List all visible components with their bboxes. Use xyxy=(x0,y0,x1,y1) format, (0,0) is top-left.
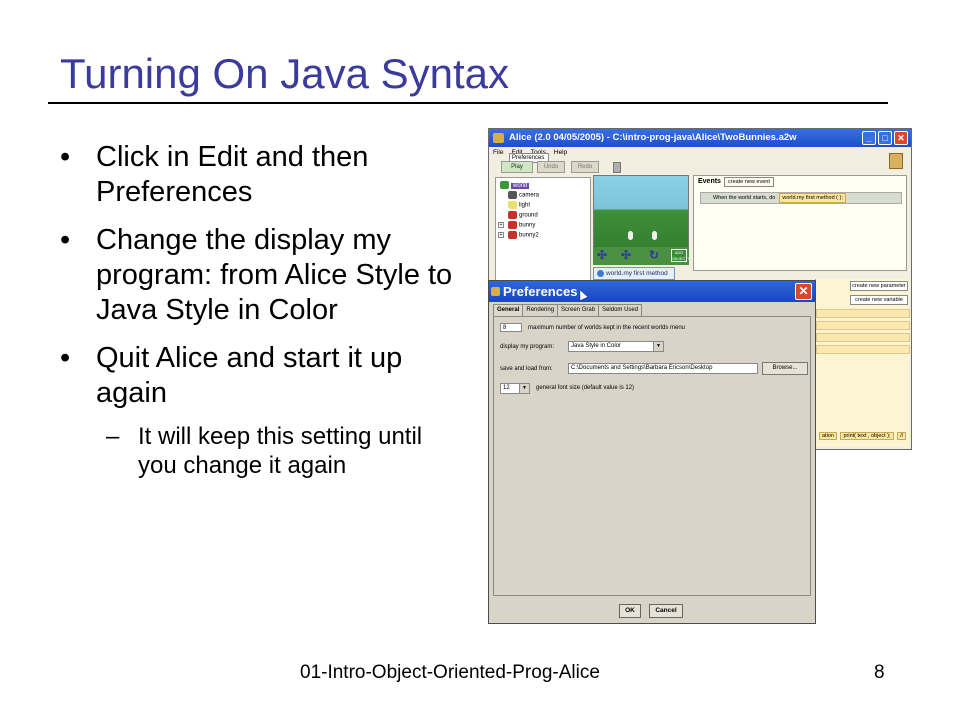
bullet-list: • Click in Edit and then Preferences • C… xyxy=(60,140,460,480)
code-line[interactable] xyxy=(816,333,910,342)
recent-worlds-input[interactable]: 8 xyxy=(500,323,522,332)
tree-item-light[interactable]: light xyxy=(508,201,530,210)
play-button[interactable]: Play xyxy=(501,161,533,173)
alice-menubar: File Edit Tools Help xyxy=(489,147,911,158)
maximize-icon[interactable]: □ xyxy=(878,131,892,145)
object-icon xyxy=(508,231,517,239)
object-icon xyxy=(508,221,517,229)
tab-screen-grab[interactable]: Screen Grab xyxy=(557,304,600,316)
redo-button[interactable]: Redo xyxy=(571,161,599,173)
preferences-tabs: General Rendering Screen Grab Seldom Use… xyxy=(493,304,643,317)
method-editor-panel: create new parameter create new variable xyxy=(815,279,910,447)
tree-item-bunny[interactable]: bunny xyxy=(508,221,535,230)
minimize-icon[interactable]: _ xyxy=(862,131,876,145)
preferences-dialog: Preferences ✕ General Rendering Screen G… xyxy=(488,280,816,624)
rotate-arrow-icon[interactable]: ✣ xyxy=(621,248,631,262)
tile-item[interactable]: print( text , object ); xyxy=(840,432,894,440)
tile-item[interactable]: // xyxy=(897,432,907,440)
tilt-arrow-icon[interactable]: ↻ xyxy=(649,248,659,262)
undo-button[interactable]: Undo xyxy=(537,161,565,173)
object-icon xyxy=(508,211,517,219)
globe-icon xyxy=(500,181,509,189)
add-objects-button[interactable]: ADD OBJECTS xyxy=(671,249,690,262)
create-new-parameter-button[interactable]: create new parameter xyxy=(850,281,908,291)
trash-icon[interactable] xyxy=(613,162,621,173)
tile-item[interactable]: ation xyxy=(819,432,837,440)
save-load-path-input[interactable]: C:\Documents and Settings\Barbara Ericso… xyxy=(568,363,758,374)
expand-icon[interactable]: + xyxy=(498,222,504,228)
object-tree: world camera light ground + bunny + bunn… xyxy=(495,177,591,281)
close-icon[interactable]: ✕ xyxy=(795,283,812,300)
tree-item-world[interactable]: world xyxy=(500,181,530,190)
display-style-select[interactable]: Java Style in Color ▼ xyxy=(568,341,664,352)
events-title: Events xyxy=(698,178,721,185)
editor-tile-bar: ation print( text , object ); // xyxy=(815,429,909,443)
bullet-dot: • xyxy=(60,141,71,173)
bullet-text: Quit Alice and start it up again xyxy=(96,342,403,409)
bullet-text: Click in Edit and then Preferences xyxy=(96,141,369,208)
code-line[interactable] xyxy=(816,345,910,354)
bullet-item: • Click in Edit and then Preferences xyxy=(60,140,460,210)
event-row[interactable]: When the world starts, do world.my first … xyxy=(700,192,902,204)
preferences-titlebar[interactable]: Preferences ✕ xyxy=(489,281,815,302)
preferences-general-panel: 8 maximum number of worlds kept in the r… xyxy=(493,316,811,596)
tree-item-bunny2[interactable]: bunny2 xyxy=(508,231,539,240)
bullet-dot: • xyxy=(60,342,71,374)
alice-app-icon xyxy=(491,287,500,296)
close-icon[interactable]: ✕ xyxy=(894,131,908,145)
bullet-item: • Quit Alice and start it up again xyxy=(60,341,460,411)
tree-item-camera[interactable]: camera xyxy=(508,191,539,200)
ok-button[interactable]: OK xyxy=(619,604,641,618)
tree-item-ground[interactable]: ground xyxy=(508,211,538,220)
chevron-down-icon: ▼ xyxy=(519,384,529,393)
event-method-tile[interactable]: world.my first method ( ); xyxy=(779,193,846,203)
menu-file[interactable]: File xyxy=(493,147,503,158)
light-icon xyxy=(508,201,517,209)
create-new-event-button[interactable]: create new event xyxy=(724,177,774,187)
events-panel: Events create new event When the world s… xyxy=(693,175,907,271)
expand-icon[interactable]: + xyxy=(498,232,504,238)
sub-bullet-item: – It will keep this setting until you ch… xyxy=(60,422,460,480)
alice-toolbar: Play Undo Redo xyxy=(489,159,911,175)
camera-icon xyxy=(508,191,517,199)
tab-seldom-used[interactable]: Seldom Used xyxy=(598,304,643,316)
code-line[interactable] xyxy=(816,321,910,330)
cancel-button[interactable]: Cancel xyxy=(649,604,683,618)
menu-help[interactable]: Help xyxy=(554,147,567,158)
bullet-text: Change the display my program: from Alic… xyxy=(96,224,453,326)
alice-app-icon xyxy=(493,133,504,143)
code-line[interactable] xyxy=(816,309,910,318)
bullet-dot: • xyxy=(60,224,71,256)
method-icon xyxy=(597,270,604,277)
window-controls: _ □ ✕ xyxy=(862,131,908,145)
recent-worlds-label: maximum number of worlds kept in the rec… xyxy=(528,325,686,331)
preferences-title: Preferences xyxy=(503,284,578,299)
save-load-label: save and load from: xyxy=(500,366,553,372)
sub-bullet-text: It will keep this setting until you chan… xyxy=(138,423,423,479)
clipboard-icon[interactable] xyxy=(889,153,903,169)
chevron-down-icon: ▼ xyxy=(653,342,663,351)
bunny-figure xyxy=(628,231,633,240)
font-size-label: general font size (default value is 12) xyxy=(536,385,635,391)
display-program-label: display my program: xyxy=(500,344,555,350)
bullet-item: • Change the display my program: from Al… xyxy=(60,223,460,328)
browse-button[interactable]: Browse... xyxy=(762,362,808,375)
page-number: 8 xyxy=(874,662,885,683)
sub-bullet-dash: – xyxy=(106,423,120,450)
alice-titlebar[interactable]: Alice (2.0 04/05/2005) - C:\intro-prog-j… xyxy=(489,129,911,147)
font-size-select[interactable]: 12 ▼ xyxy=(500,383,530,394)
create-new-variable-button[interactable]: create new variable xyxy=(850,295,908,305)
move-arrow-icon[interactable]: ✣ xyxy=(597,248,607,262)
slide-title: Turning On Java Syntax xyxy=(60,50,509,97)
bunny-figure xyxy=(652,231,657,240)
title-divider xyxy=(48,102,888,104)
tab-rendering[interactable]: Rendering xyxy=(522,304,559,316)
alice-window-title: Alice (2.0 04/05/2005) - C:\intro-prog-j… xyxy=(509,132,797,143)
method-tab[interactable]: world.my first method xyxy=(593,267,675,280)
slide-footer: 01-Intro-Object-Oriented-Prog-Alice xyxy=(300,662,600,683)
